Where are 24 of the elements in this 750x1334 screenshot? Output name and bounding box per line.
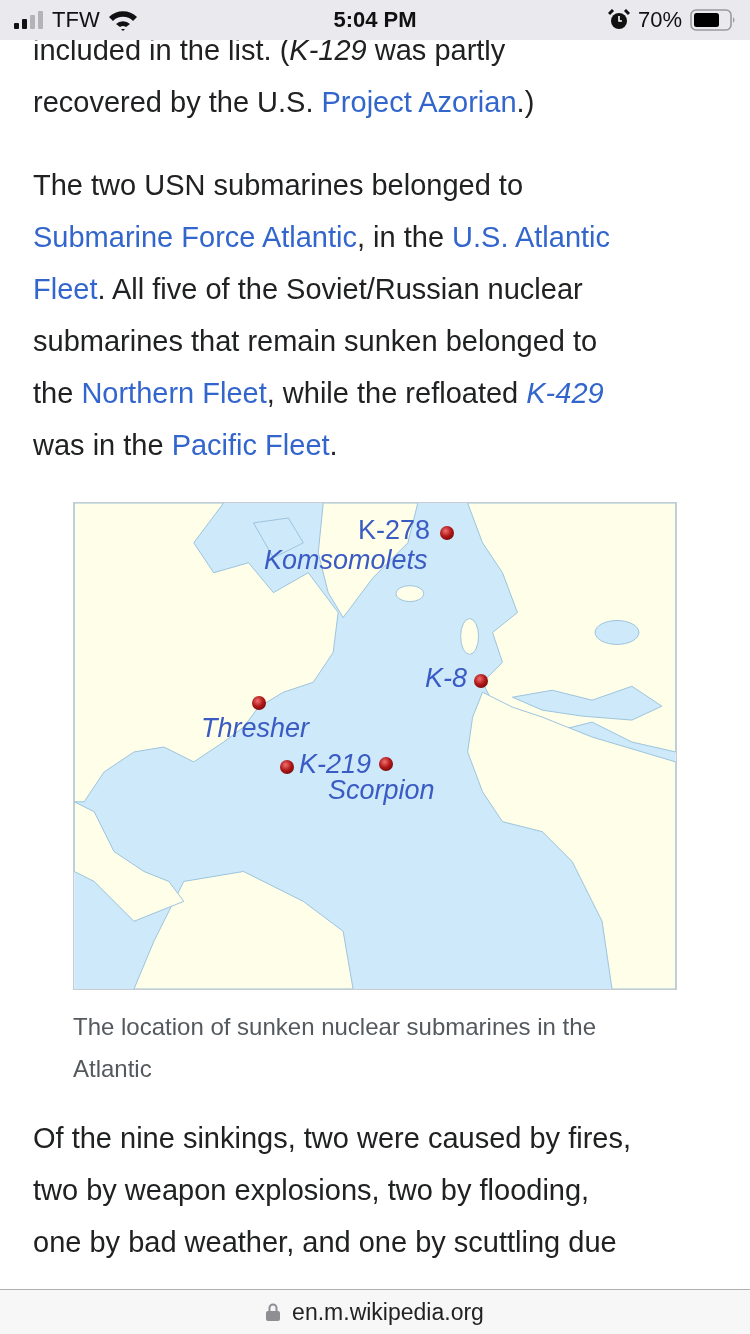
signal-icon [14, 11, 44, 29]
carrier-name: TFW [52, 7, 100, 33]
alarm-clock-icon [607, 9, 630, 31]
figure-caption: The location of sunken nuclear submarines in the Atlantic [73, 1012, 597, 1084]
address-bar[interactable]: en.m.wikipedia.org [0, 1289, 750, 1334]
map-label: K-278 [357, 514, 430, 547]
link[interactable]: Fleet [33, 273, 98, 305]
link[interactable]: K-429 [526, 377, 604, 409]
wifi-icon [107, 9, 138, 31]
map-label: Thresher [201, 712, 310, 745]
lock-icon [266, 1303, 281, 1321]
link[interactable]: Northern Fleet [81, 377, 267, 409]
clock-time: 5:04 PM [333, 7, 417, 33]
paragraph: Of the nine sinkings, two were caused by fires, two by weapon explosions, two by flooding, one by bad weather, and one by scuttling due [33, 1121, 632, 1260]
battery-percentage: 70% [637, 7, 682, 33]
url-text: en.m.wikipedia.org [292, 1298, 484, 1326]
battery-icon [690, 9, 736, 31]
link[interactable]: U.S. Atlantic [452, 221, 611, 253]
link[interactable]: Project Azorian [321, 86, 517, 118]
map-label: K-8 [424, 662, 467, 695]
link[interactable]: Submarine Force Atlantic [33, 221, 357, 253]
paragraph: The two USN submarines belonged to Submarine Force Atlantic, in the U.S. Atlantic Fleet. All five of the Soviet/Russian nuclear submarines that remain sunken belonged to the Northern Fleet, while the refloated K-429 was in the Pacific Fleet. [33, 168, 612, 463]
map-label: Komsomolets [264, 544, 428, 577]
link[interactable]: Pacific Fleet [171, 429, 330, 461]
